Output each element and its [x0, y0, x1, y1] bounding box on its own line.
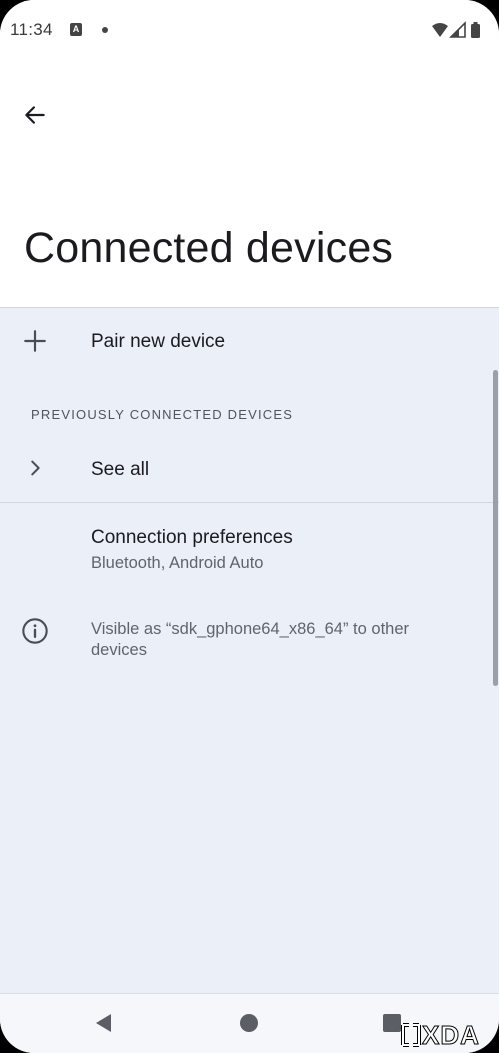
- pair-new-device-item[interactable]: Pair new device: [0, 308, 499, 376]
- nav-back-button[interactable]: [88, 1008, 118, 1038]
- xda-logo-icon: [401, 1023, 421, 1047]
- square-recents-icon: [383, 1014, 401, 1032]
- wifi-icon: [432, 23, 448, 37]
- nav-home-button[interactable]: [234, 1008, 264, 1038]
- xda-watermark: XDA: [400, 1019, 480, 1050]
- watermark-text: XDA: [422, 1019, 480, 1050]
- triangle-back-icon: [96, 1014, 111, 1032]
- connection-preferences-item[interactable]: Connection preferences: [0, 503, 499, 589]
- notification-app-icon: A: [70, 23, 82, 36]
- connection-preferences-title: Connection preferences: [91, 527, 293, 548]
- pair-new-device-label: Pair new device: [91, 331, 226, 352]
- notification-dot-icon: [102, 27, 108, 33]
- battery-icon: [471, 22, 480, 38]
- status-time: 11:34: [10, 20, 53, 39]
- back-button[interactable]: [14, 94, 56, 136]
- see-all-item[interactable]: See all: [0, 436, 499, 502]
- previously-connected-header: PREVIOUSLY CONNECTED DEVICES: [31, 407, 294, 422]
- plus-icon: [20, 326, 50, 356]
- info-icon: [20, 616, 50, 646]
- arrow-left-icon: [25, 106, 45, 124]
- chevron-right-icon: [20, 453, 50, 483]
- app-bar: 11:34 A Connected devices: [0, 0, 499, 307]
- see-all-label: See all: [91, 459, 150, 480]
- phone-screen: 11:34 A Connected devices Pair new devic…: [0, 0, 499, 1053]
- status-bar: 11:34 A: [0, 0, 499, 64]
- page-title: Connected devices: [24, 224, 394, 272]
- connection-preferences-summary: Bluetooth, Android Auto: [91, 554, 264, 572]
- device-visibility-text: Visible as “sdk_gphone64_x86_64” to othe…: [91, 620, 410, 659]
- circle-home-icon: [240, 1014, 258, 1032]
- status-icons: [431, 21, 491, 39]
- scrollbar[interactable]: [493, 370, 498, 686]
- signal-icon: [449, 21, 466, 38]
